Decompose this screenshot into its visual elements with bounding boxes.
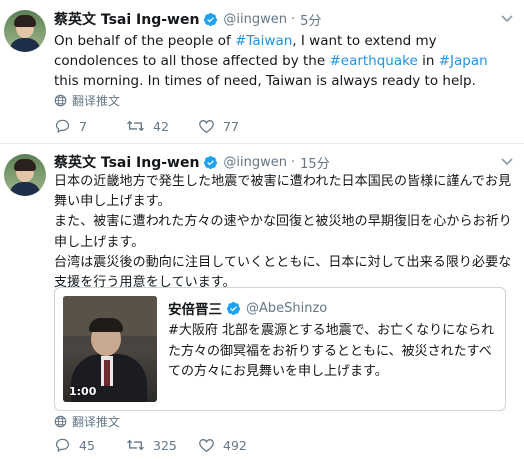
- timestamp[interactable]: 5分: [300, 10, 321, 29]
- verified-badge-icon: [204, 12, 218, 26]
- retweet-count: 325: [153, 437, 177, 453]
- retweet-button[interactable]: 325: [126, 437, 198, 453]
- like-button[interactable]: 492: [198, 437, 270, 453]
- retweet-icon: [127, 120, 144, 132]
- reply-icon: [55, 438, 70, 453]
- separator: ·: [291, 11, 296, 27]
- reply-count: 7: [79, 118, 87, 134]
- user-name[interactable]: 蔡英文 Tsai Ing-wen: [54, 9, 199, 29]
- tweet[interactable]: 蔡英文 Tsai Ing-wen @iingwen · 5分 On behalf…: [0, 0, 524, 144]
- tweet-header: 蔡英文 Tsai Ing-wen @iingwen · 5分: [54, 9, 321, 29]
- globe-icon: [54, 94, 67, 107]
- user-name[interactable]: 蔡英文 Tsai Ing-wen: [54, 152, 199, 172]
- quoted-tweet[interactable]: 1:00 安倍晋三 @AbeShinzo #大阪府 北部を震源とする地震で、お亡…: [54, 287, 506, 411]
- text-segment: in: [417, 53, 439, 69]
- text-segment: this morning. In times of need, Taiwan i…: [54, 73, 476, 89]
- chevron-down-icon[interactable]: [500, 156, 514, 166]
- chevron-down-icon[interactable]: [500, 13, 514, 23]
- avatar[interactable]: [4, 154, 46, 196]
- like-count: 492: [223, 437, 247, 453]
- video-duration: 1:00: [69, 385, 97, 398]
- quoted-tweet-header: 安倍晋三 @AbeShinzo: [168, 298, 327, 319]
- user-handle[interactable]: @iingwen: [223, 12, 287, 27]
- reply-icon: [55, 119, 70, 134]
- quoted-tweet-text: #大阪府 北部を震源とする地震で、お亡くなりになられた方々の御冥福をお祈りすると…: [168, 323, 495, 379]
- retweet-icon: [127, 439, 144, 451]
- translate-label: 翻译推文: [72, 94, 121, 108]
- quoted-user-name[interactable]: 安倍晋三: [168, 298, 222, 318]
- tweet-text: On behalf of the people of #Taiwan, I wa…: [54, 31, 514, 91]
- hashtag-link[interactable]: #earthquake: [329, 53, 417, 69]
- separator: ·: [291, 154, 296, 170]
- video-thumbnail[interactable]: 1:00: [63, 296, 157, 402]
- hashtag-link[interactable]: #Japan: [439, 53, 488, 69]
- user-handle[interactable]: @iingwen: [223, 155, 287, 170]
- translate-label: 翻译推文: [72, 415, 121, 429]
- text-segment: On behalf of the people of: [54, 33, 236, 49]
- like-icon: [199, 120, 214, 134]
- tweet-actions: 7 42 77: [54, 118, 270, 134]
- quoted-user-handle[interactable]: @AbeShinzo: [246, 301, 327, 316]
- verified-badge-icon: [204, 155, 218, 169]
- like-button[interactable]: 77: [198, 118, 270, 134]
- tweet-actions: 45 325 492: [54, 437, 270, 453]
- retweet-count: 42: [153, 118, 169, 134]
- timestamp[interactable]: 15分: [300, 153, 330, 172]
- tweet-header: 蔡英文 Tsai Ing-wen @iingwen · 15分: [54, 152, 330, 172]
- like-count: 77: [223, 118, 239, 134]
- hashtag-link[interactable]: #Taiwan: [235, 33, 292, 49]
- tweet-paragraph: 日本の近畿地方で発生した地震で被害に遭われた日本国民の皆様に謹んでお見舞い申し上…: [54, 174, 512, 210]
- tweet[interactable]: 蔡英文 Tsai Ing-wen @iingwen · 15分 日本の近畿地方で…: [0, 145, 524, 459]
- reply-button[interactable]: 45: [54, 437, 126, 453]
- reply-count: 45: [79, 437, 95, 453]
- globe-icon: [54, 415, 67, 428]
- avatar[interactable]: [4, 10, 46, 52]
- retweet-button[interactable]: 42: [126, 118, 198, 134]
- tweet-text: 日本の近畿地方で発生した地震で被害に遭われた日本国民の皆様に謹んでお見舞い申し上…: [54, 172, 514, 293]
- verified-badge-icon: [226, 301, 241, 315]
- translate-tweet-link[interactable]: 翻译推文: [54, 92, 120, 109]
- tweet-paragraph: また、被害に遭われた方々の速やかな回復と被災地の早期復旧を心からお祈り申し上げま…: [54, 214, 512, 250]
- reply-button[interactable]: 7: [54, 118, 126, 134]
- like-icon: [199, 439, 214, 453]
- translate-tweet-link[interactable]: 翻译推文: [54, 413, 120, 430]
